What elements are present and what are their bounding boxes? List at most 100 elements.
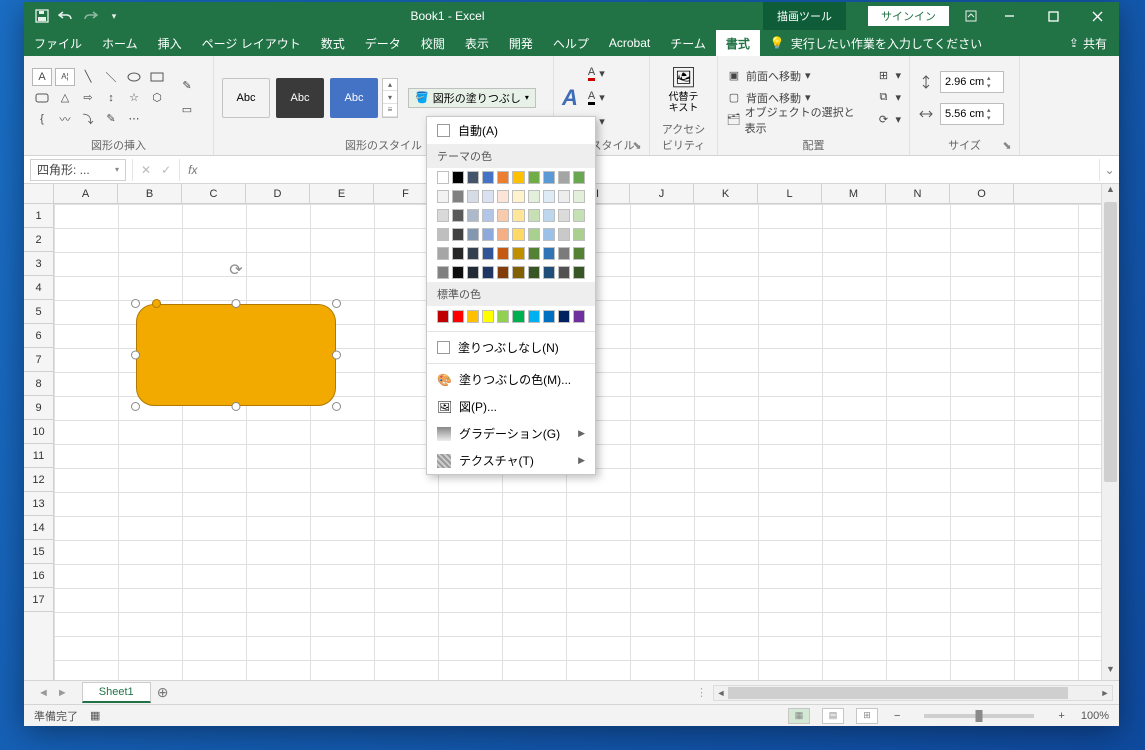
- maximize-button[interactable]: [1031, 2, 1075, 30]
- rotate-button[interactable]: ⟳▾: [875, 110, 901, 130]
- color-swatch[interactable]: [512, 228, 524, 241]
- color-swatch[interactable]: [558, 310, 570, 323]
- resize-handle[interactable]: [332, 351, 341, 360]
- color-swatch[interactable]: [437, 190, 449, 203]
- column-header[interactable]: A: [54, 184, 118, 203]
- color-swatch[interactable]: [543, 171, 555, 184]
- color-swatch[interactable]: [467, 209, 479, 222]
- row-header[interactable]: 3: [24, 252, 53, 276]
- resize-handle[interactable]: [232, 299, 241, 308]
- zoom-slider-knob[interactable]: [976, 710, 983, 722]
- minimize-button[interactable]: [987, 2, 1031, 30]
- tellme-search[interactable]: 💡 実行したい作業を入力してください: [760, 30, 1057, 56]
- shape-roundrect-icon[interactable]: [32, 89, 52, 107]
- color-swatch[interactable]: [452, 310, 464, 323]
- color-swatch[interactable]: [482, 209, 494, 222]
- color-swatch[interactable]: [512, 209, 524, 222]
- tab-help[interactable]: ヘルプ: [543, 30, 599, 56]
- resize-handle[interactable]: [131, 402, 140, 411]
- sheet-tab-1[interactable]: Sheet1: [82, 682, 151, 703]
- scrollbar-thumb[interactable]: [728, 687, 1068, 699]
- name-box[interactable]: 四角形: ...▾: [30, 159, 126, 181]
- color-swatch[interactable]: [543, 266, 555, 279]
- zoom-out-button[interactable]: −: [890, 710, 904, 722]
- tab-file[interactable]: ファイル: [24, 30, 92, 56]
- column-header[interactable]: B: [118, 184, 182, 203]
- alttext-icon[interactable]: 🖼: [671, 65, 696, 90]
- dialog-launcher-icon[interactable]: ⬊: [631, 139, 643, 151]
- shape-fill-button[interactable]: 🪣 図形の塗りつぶし ▾: [408, 88, 536, 108]
- row-header[interactable]: 12: [24, 468, 53, 492]
- group-button[interactable]: ⧉▾: [875, 88, 901, 108]
- qat-customize-icon[interactable]: ▾: [106, 8, 122, 24]
- more-colors-item[interactable]: 🎨 塗りつぶしの色(M)...: [427, 366, 595, 393]
- adjustment-handle[interactable]: [152, 299, 161, 308]
- color-swatch[interactable]: [482, 266, 494, 279]
- style-thumb-2[interactable]: Abc: [276, 78, 324, 118]
- shape-rect-icon[interactable]: [147, 68, 167, 86]
- color-swatch[interactable]: [482, 171, 494, 184]
- scroll-right-icon[interactable]: ►: [1098, 686, 1112, 700]
- fill-auto-item[interactable]: 自動(A): [427, 117, 595, 144]
- tab-home[interactable]: ホーム: [92, 30, 148, 56]
- shape-star-icon[interactable]: ☆: [124, 89, 144, 107]
- formula-input[interactable]: [205, 159, 1099, 181]
- zoom-in-button[interactable]: +: [1054, 710, 1068, 722]
- row-header[interactable]: 9: [24, 396, 53, 420]
- redo-icon[interactable]: [82, 8, 98, 24]
- scroll-down-icon[interactable]: ▼: [1102, 664, 1119, 680]
- zoom-slider[interactable]: [924, 714, 1034, 718]
- color-swatch[interactable]: [482, 247, 494, 260]
- zoom-level[interactable]: 100%: [1081, 710, 1109, 722]
- color-swatch[interactable]: [497, 209, 509, 222]
- color-swatch[interactable]: [452, 171, 464, 184]
- row-header[interactable]: 16: [24, 564, 53, 588]
- color-swatch[interactable]: [573, 266, 585, 279]
- row-header[interactable]: 7: [24, 348, 53, 372]
- column-header[interactable]: K: [694, 184, 758, 203]
- color-swatch[interactable]: [467, 310, 479, 323]
- shape-line2-icon[interactable]: ＼: [101, 68, 121, 86]
- column-header[interactable]: M: [822, 184, 886, 203]
- edit-shape-button[interactable]: ✎: [179, 76, 195, 96]
- shape-hex-icon[interactable]: ⬡: [147, 89, 167, 107]
- color-swatch[interactable]: [558, 247, 570, 260]
- alttext-label[interactable]: 代替テ キスト: [669, 92, 699, 114]
- row-header[interactable]: 14: [24, 516, 53, 540]
- resize-handle[interactable]: [332, 299, 341, 308]
- color-swatch[interactable]: [528, 209, 540, 222]
- color-swatch[interactable]: [573, 209, 585, 222]
- color-swatch[interactable]: [452, 266, 464, 279]
- color-swatch[interactable]: [497, 266, 509, 279]
- row-header[interactable]: 5: [24, 300, 53, 324]
- scrollbar-thumb[interactable]: [1104, 202, 1117, 482]
- gradient-fill-item[interactable]: グラデーション(G) ▶: [427, 420, 595, 447]
- row-header[interactable]: 2: [24, 228, 53, 252]
- column-header[interactable]: O: [950, 184, 1014, 203]
- color-swatch[interactable]: [543, 247, 555, 260]
- shape-line-icon[interactable]: ╲: [78, 68, 98, 86]
- tab-insert[interactable]: 挿入: [148, 30, 192, 56]
- bring-forward-button[interactable]: ▣前面へ移動 ▾: [726, 66, 865, 86]
- color-swatch[interactable]: [497, 228, 509, 241]
- select-all-triangle[interactable]: [24, 184, 54, 204]
- horizontal-scrollbar[interactable]: ◄ ►: [713, 685, 1113, 701]
- color-swatch[interactable]: [467, 171, 479, 184]
- tab-format[interactable]: 書式: [716, 30, 760, 56]
- align-button[interactable]: ⊞▾: [875, 66, 901, 86]
- sheet-nav-next-icon[interactable]: ►: [57, 687, 68, 699]
- text-outline-button[interactable]: A▾: [588, 88, 605, 108]
- color-swatch[interactable]: [437, 228, 449, 241]
- row-header[interactable]: 1: [24, 204, 53, 228]
- color-swatch[interactable]: [573, 247, 585, 260]
- selected-shape[interactable]: ⟳: [126, 294, 346, 416]
- color-swatch[interactable]: [528, 190, 540, 203]
- color-swatch[interactable]: [558, 228, 570, 241]
- shape-connector-icon[interactable]: ⤵: [78, 110, 98, 128]
- color-swatch[interactable]: [528, 228, 540, 241]
- color-swatch[interactable]: [497, 310, 509, 323]
- ribbon-display-options-icon[interactable]: [963, 8, 979, 24]
- color-swatch[interactable]: [528, 171, 540, 184]
- color-swatch[interactable]: [467, 228, 479, 241]
- tab-review[interactable]: 校閲: [411, 30, 455, 56]
